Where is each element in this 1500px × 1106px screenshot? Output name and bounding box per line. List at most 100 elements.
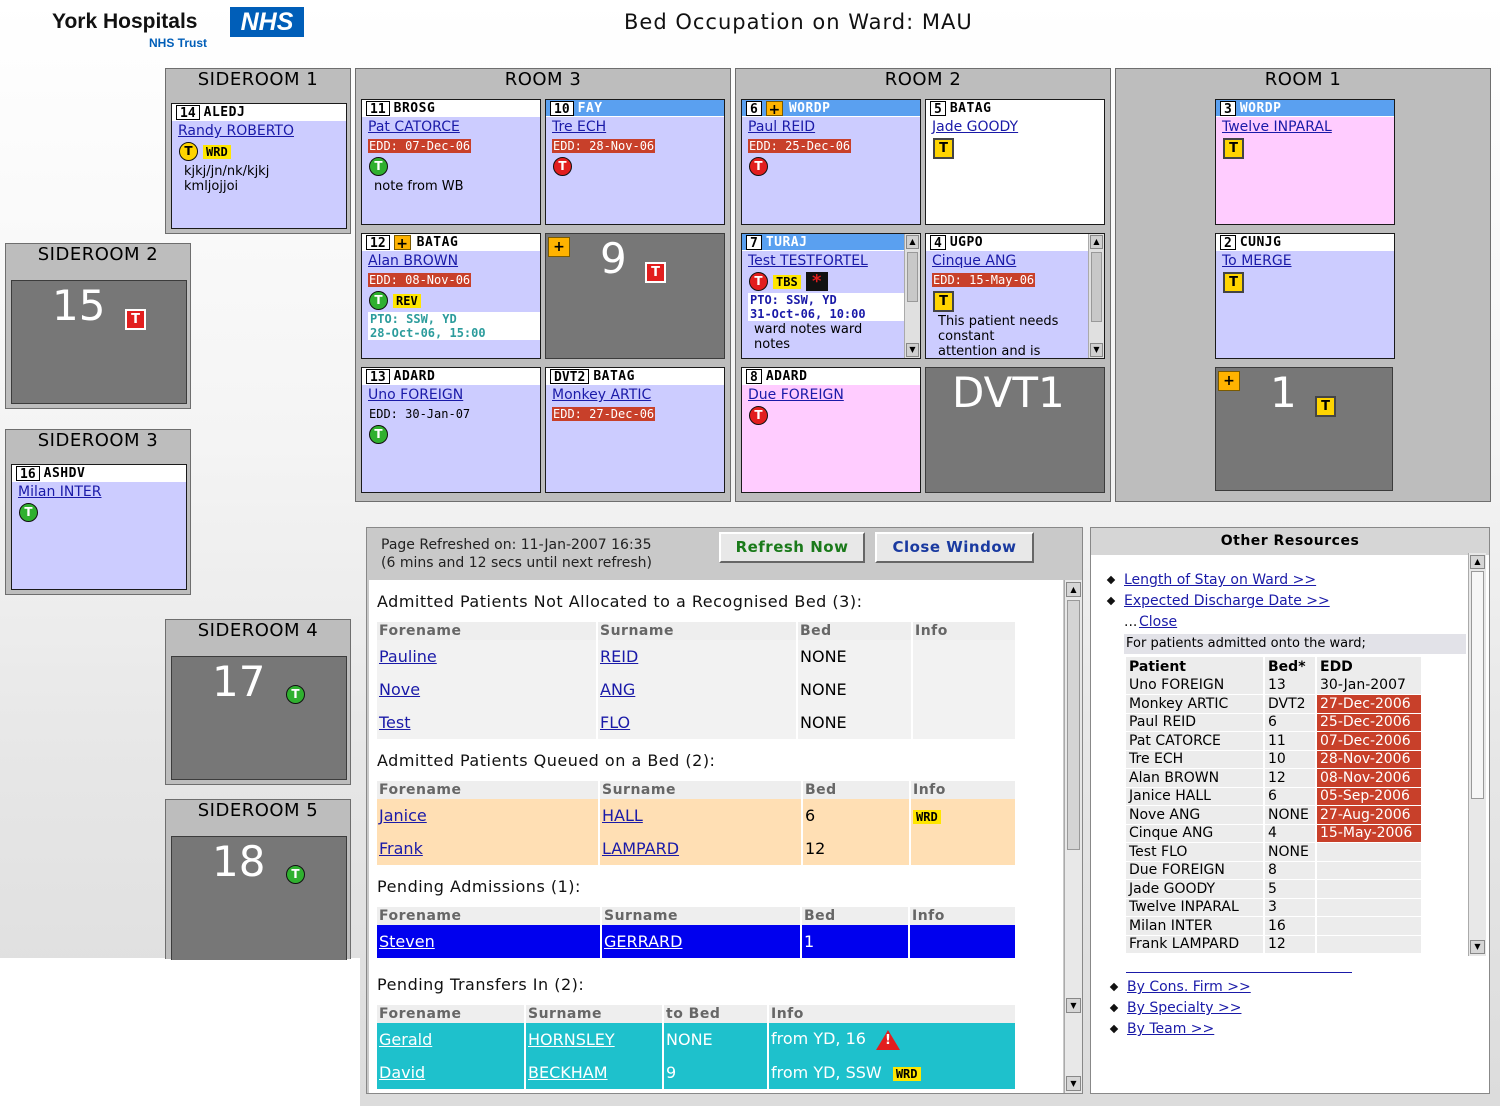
scroll-thumb[interactable] <box>907 252 918 302</box>
bed-10[interactable]: 10 FAY Tre ECH EDD: 28-Nov-06 T <box>545 99 725 225</box>
close-link[interactable]: Close <box>1139 614 1177 630</box>
scroll-down-icon[interactable]: ▼ <box>1090 343 1103 357</box>
bed-3[interactable]: 3 WORDP Twelve INPARAL T <box>1215 99 1395 225</box>
plus-icon[interactable]: + <box>548 237 570 257</box>
col-info: Info <box>912 622 1017 640</box>
t-status-icon: T <box>749 157 768 176</box>
bed-4[interactable]: 4 UGPO Cinque ANG EDD: 15-May-06 T This p… <box>925 233 1105 359</box>
page-background-lower <box>0 958 360 1106</box>
bed-1-empty[interactable]: + 1 T <box>1215 367 1393 491</box>
forename-link[interactable]: Pauline <box>379 647 437 666</box>
patient-link[interactable]: Due FOREIGN <box>748 387 920 403</box>
plus-icon[interactable]: + <box>765 100 783 116</box>
bed-16[interactable]: 16 ASHDV Milan INTER T <box>11 464 187 590</box>
scroll-up-icon[interactable]: ▲ <box>906 235 919 249</box>
forename-link[interactable]: Nove <box>379 680 420 699</box>
patient-link[interactable]: Milan INTER <box>18 484 186 500</box>
scroll-thumb[interactable] <box>1067 600 1080 850</box>
bed-8[interactable]: 8 ADARD Due FOREIGN T <box>741 367 921 493</box>
scroll-down-icon[interactable]: ▼ <box>906 343 919 357</box>
forename-link[interactable]: Frank <box>379 839 423 858</box>
surname-link[interactable]: ANG <box>600 680 635 699</box>
scroll-up-icon[interactable]: ▲ <box>1090 235 1103 249</box>
forename-link[interactable]: Test <box>379 713 411 732</box>
patient-link[interactable]: Cinque ANG <box>932 253 1104 269</box>
scroll-down-icon[interactable]: ▼ <box>1066 1076 1081 1091</box>
patient-link[interactable]: Alan BROWN <box>368 253 540 269</box>
surname-link[interactable]: FLO <box>600 713 630 732</box>
forename-link[interactable]: David <box>379 1063 425 1082</box>
scroll-up-icon[interactable]: ▲ <box>1470 555 1485 569</box>
scroll-thumb[interactable] <box>1091 252 1102 322</box>
patient-link[interactable]: Paul REID <box>748 119 920 135</box>
room-3-panel: ROOM 3 11 BROSG Pat CATORCE EDD: 07-Dec-0… <box>355 68 731 502</box>
bed-11[interactable]: 11 BROSG Pat CATORCE EDD: 07-Dec-06 T not… <box>361 99 541 225</box>
surname-link[interactable]: HORNSLEY <box>528 1030 615 1049</box>
bed-4-scrollbar[interactable]: ▲ ▼ <box>1088 234 1104 358</box>
bed-12[interactable]: 12 + BATAG Alan BROWN EDD: 08-Nov-06 T REV … <box>361 233 541 359</box>
scroll-up-icon[interactable]: ▲ <box>1066 582 1081 597</box>
bed-7[interactable]: 7 TURAJ Test TESTFORTEL T TBS * PTO: SSW, Y… <box>741 233 921 359</box>
edd-label: EDD: 27-Dec-06 <box>552 407 656 421</box>
expected-discharge-link[interactable]: Expected Discharge Date >> <box>1124 593 1330 609</box>
patient-link[interactable]: Uno FOREIGN <box>368 387 540 403</box>
surname-link[interactable]: GERRARD <box>604 932 682 951</box>
forename-link[interactable]: Steven <box>379 932 435 951</box>
bed-header: 14 ALEDJ <box>172 104 346 121</box>
bed-6[interactable]: 6 + WORDP Paul REID EDD: 25-Dec-06 T <box>741 99 921 225</box>
bed-number: 7 <box>746 234 762 250</box>
bed-17-empty[interactable]: 17 T <box>171 656 347 780</box>
forename-link[interactable]: Janice <box>379 806 427 825</box>
bed-dvt2[interactable]: DVT2 BATAG Monkey ARTIC EDD: 27-Dec-06 <box>545 367 725 493</box>
patient-link[interactable]: Jade GOODY <box>932 119 1104 135</box>
scroll-thumb[interactable] <box>1471 571 1484 799</box>
bed-7-scrollbar[interactable]: ▲ ▼ <box>904 234 920 358</box>
scroll-down-icon[interactable]: ▼ <box>1066 998 1081 1013</box>
forename-link[interactable]: Gerald <box>379 1030 432 1049</box>
patient-link[interactable]: Test TESTFORTEL <box>748 253 920 269</box>
bed-18-empty[interactable]: 18 T <box>171 836 347 960</box>
bed-5[interactable]: 5 BATAG Jade GOODY T <box>925 99 1105 225</box>
by-team-link[interactable]: By Team >> <box>1127 1021 1214 1037</box>
t-status-icon: T <box>645 262 666 283</box>
los-edd <box>1316 935 1423 954</box>
transfer-from: from YD, 16 <box>771 1029 866 1049</box>
close-window-button[interactable]: Close Window <box>875 532 1034 563</box>
los-row: Due FOREIGN 8 <box>1126 861 1423 880</box>
trust-label: NHS Trust <box>149 36 208 50</box>
bed-2[interactable]: 2 CUNJG To MERGE T <box>1215 233 1395 359</box>
los-bed: 6 <box>1264 787 1317 806</box>
bed-cell: NONE <box>797 640 913 673</box>
bed-14[interactable]: 14 ALEDJ Randy ROBERTO T WRD kjkj/jn/nk/kj… <box>171 103 347 229</box>
surname-link[interactable]: HALL <box>602 806 643 825</box>
by-specialty-link[interactable]: By Specialty >> <box>1127 1000 1241 1016</box>
bed-9-empty[interactable]: + 9 T <box>545 233 725 359</box>
patient-link[interactable]: Monkey ARTIC <box>552 387 724 403</box>
info-scrollbar[interactable]: ▲ ▼ ▼ <box>1064 580 1082 1093</box>
surname-link[interactable]: REID <box>600 647 638 666</box>
other-resources-scrollbar[interactable]: ▲ ▼ <box>1468 553 1486 956</box>
refresh-now-button[interactable]: Refresh Now <box>719 532 865 563</box>
by-cons-firm-link[interactable]: By Cons. Firm >> <box>1127 979 1251 995</box>
patient-link[interactable]: To MERGE <box>1222 253 1394 269</box>
length-of-stay-link[interactable]: Length of Stay on Ward >> <box>1124 572 1316 588</box>
plus-icon[interactable]: + <box>1218 371 1240 391</box>
sideroom-4-title: SIDEROOM 4 <box>197 620 319 641</box>
plus-icon[interactable]: + <box>393 234 411 250</box>
table-row: Pauline REID NONE <box>377 640 1017 673</box>
bed-number: 4 <box>930 234 946 250</box>
bed-code: BROSG <box>393 100 436 116</box>
surname-link[interactable]: LAMPARD <box>602 839 679 858</box>
bed-15-empty[interactable]: 15 T <box>11 280 187 404</box>
bed-number: 18 <box>212 837 266 886</box>
bed-13[interactable]: 13 ADARD Uno FOREIGN EDD: 30-Jan-07 T <box>361 367 541 493</box>
bed-dvt1-empty[interactable]: DVT1 <box>925 367 1105 493</box>
scroll-down-icon[interactable]: ▼ <box>1470 940 1485 954</box>
surname-link[interactable]: BECKHAM <box>528 1063 608 1082</box>
patient-link[interactable]: Randy ROBERTO <box>178 123 346 139</box>
patient-link[interactable]: Twelve INPARAL <box>1222 119 1394 135</box>
york-hospitals-logo: York Hospitals NHS NHS Trust <box>52 6 312 52</box>
patient-link[interactable]: Pat CATORCE <box>368 119 540 135</box>
pto-line-2: 31-Oct-06, 10:00 <box>748 307 904 321</box>
patient-link[interactable]: Tre ECH <box>552 119 724 135</box>
